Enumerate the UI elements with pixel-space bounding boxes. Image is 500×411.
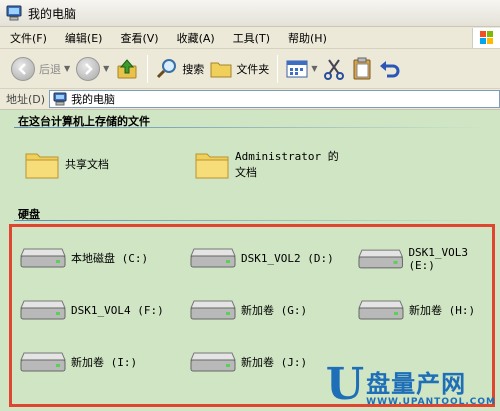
chevron-down-icon[interactable]: ▼ <box>64 64 70 73</box>
scissors-icon <box>324 58 345 80</box>
search-label: 搜索 <box>182 62 205 76</box>
cut-button[interactable] <box>320 53 348 85</box>
watermark-text: 盘量产网 <box>366 370 467 398</box>
drive-item-d[interactable]: DSK1_VOL2 (D:) <box>190 246 334 270</box>
watermark-url: WWW.UPANTOOL.COM <box>366 397 496 407</box>
folder-icon <box>25 153 59 179</box>
folders-label: 文件夹 <box>236 62 270 76</box>
undo-icon <box>380 60 400 77</box>
menu-help[interactable]: 帮助(H) <box>278 30 335 46</box>
paste-button[interactable] <box>348 53 376 85</box>
file-view: 在这台计算机上存储的文件 共享文档 Administrator 的文档 硬盘 本… <box>0 110 500 411</box>
drive-item-g[interactable]: 新加卷 (G:) <box>190 298 307 322</box>
menu-view[interactable]: 查看(V) <box>110 30 166 46</box>
address-bar: 地址(D) 我的电脑 <box>0 89 500 110</box>
section-divider <box>14 127 484 128</box>
title-bar[interactable]: 我的电脑 <box>0 0 500 27</box>
address-label: 地址(D) <box>6 93 46 106</box>
drive-item-e[interactable]: DSK1_VOL3 (E:) <box>358 246 500 272</box>
drive-label: 新加卷 (J:) <box>241 356 308 369</box>
views-button[interactable]: ▼ <box>283 53 320 85</box>
folder-item-shared-documents[interactable]: 共享文档 <box>24 148 109 180</box>
section-divider <box>14 220 484 221</box>
menu-favorites[interactable]: 收藏(A) <box>167 30 223 46</box>
up-folder-icon <box>117 58 137 78</box>
menu-tools[interactable]: 工具(T) <box>223 30 278 46</box>
my-computer-icon <box>53 92 67 106</box>
window-title: 我的电脑 <box>28 6 77 21</box>
hard-drive-icon <box>358 300 404 320</box>
drive-item-j[interactable]: 新加卷 (J:) <box>190 350 307 374</box>
drive-label: 新加卷 (H:) <box>409 304 476 317</box>
folder-label: Administrator 的文档 <box>235 150 339 179</box>
search-button[interactable]: 搜索 <box>153 53 207 85</box>
menu-edit[interactable]: 编辑(E) <box>55 30 111 46</box>
forward-button[interactable]: ▼ <box>73 53 112 85</box>
toolbar-separator <box>147 54 149 83</box>
folder-icon <box>195 153 229 179</box>
drive-label: DSK1_VOL3 (E:) <box>408 246 469 272</box>
toolbar: 后退 ▼ ▼ 搜索 文件夹 ▼ <box>0 49 500 89</box>
folder-item-administrator-documents[interactable]: Administrator 的文档 <box>194 148 347 180</box>
forward-arrow-icon <box>76 56 101 81</box>
drive-label: DSK1_VOL4 (F:) <box>71 303 164 317</box>
hard-drive-icon <box>358 249 404 269</box>
folders-button[interactable]: 文件夹 <box>207 53 272 85</box>
windows-flag-icon <box>472 27 500 48</box>
toolbar-separator <box>277 54 279 83</box>
menu-file[interactable]: 文件(F) <box>0 30 55 46</box>
chevron-down-icon[interactable]: ▼ <box>311 64 317 73</box>
back-button[interactable]: 后退 ▼ <box>8 53 73 85</box>
drive-item-h[interactable]: 新加卷 (H:) <box>358 298 475 322</box>
back-label: 后退 <box>39 62 61 76</box>
drive-item-i[interactable]: 新加卷 (I:) <box>20 350 137 374</box>
address-value: 我的电脑 <box>71 93 116 106</box>
up-folder-button[interactable] <box>112 53 142 85</box>
undo-button[interactable] <box>376 53 404 85</box>
chevron-down-icon[interactable]: ▼ <box>103 64 109 73</box>
drive-label: 新加卷 (G:) <box>241 304 308 317</box>
my-computer-icon <box>6 5 22 21</box>
drive-label: DSK1_VOL2 (D:) <box>241 251 334 265</box>
clipboard-icon <box>353 57 371 79</box>
drive-label: 本地磁盘 (C:) <box>71 252 149 265</box>
hard-drive-icon <box>190 248 236 268</box>
views-icon <box>286 60 308 77</box>
search-icon <box>157 58 177 78</box>
drive-item-f[interactable]: DSK1_VOL4 (F:) <box>20 298 164 322</box>
drive-label: 新加卷 (I:) <box>71 356 138 369</box>
hard-drive-icon <box>190 352 236 372</box>
watermark-letter: U <box>325 359 365 410</box>
folder-label: 共享文档 <box>65 158 109 171</box>
back-arrow-icon <box>11 56 35 81</box>
hard-drive-icon <box>20 248 66 268</box>
drive-item-c[interactable]: 本地磁盘 (C:) <box>20 246 148 270</box>
menu-bar: 文件(F) 编辑(E) 查看(V) 收藏(A) 工具(T) 帮助(H) <box>0 27 500 49</box>
hard-drive-icon <box>20 300 66 320</box>
hard-drive-icon <box>190 300 236 320</box>
upantool-watermark: U 盘量产网 WWW.UPANTOOL.COM <box>325 359 496 410</box>
hard-drive-icon <box>20 352 66 372</box>
folder-icon <box>210 62 232 77</box>
address-field[interactable]: 我的电脑 <box>49 90 500 108</box>
